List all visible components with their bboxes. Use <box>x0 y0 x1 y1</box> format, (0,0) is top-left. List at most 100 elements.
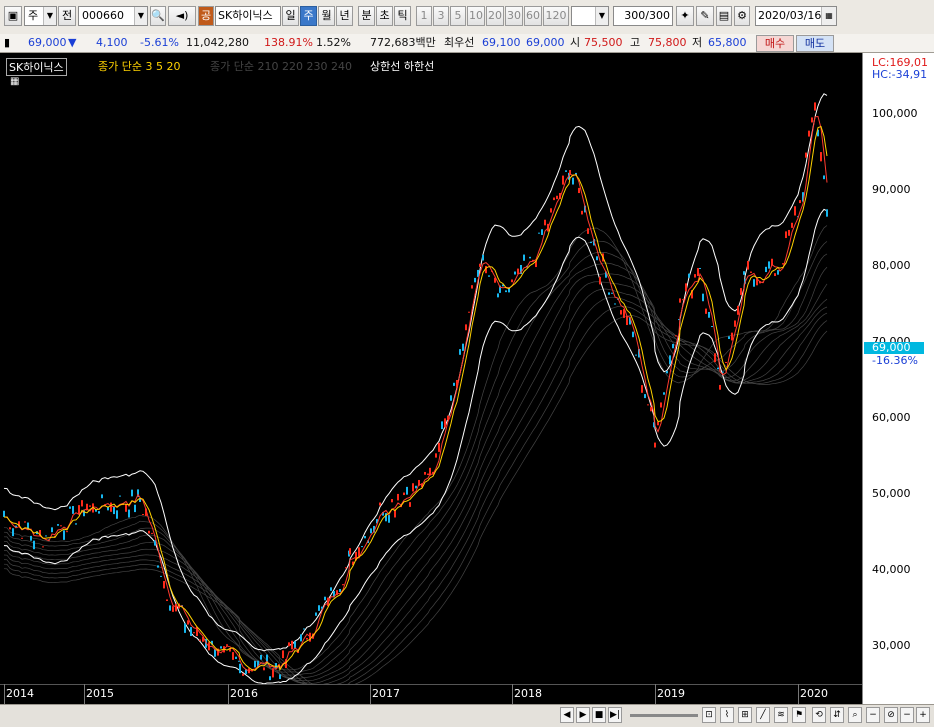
interval-10[interactable]: 10 <box>467 6 485 26</box>
period-week[interactable]: 주 <box>300 6 317 26</box>
bid-value: 69,000 <box>526 35 565 51</box>
candle <box>669 355 671 364</box>
reset-icon[interactable]: ⟲ <box>812 707 826 723</box>
chart-icon[interactable]: ▣ <box>4 6 22 26</box>
candle <box>587 228 589 234</box>
period-year[interactable]: 년 <box>336 6 353 26</box>
scroll-first-button[interactable]: ◀ <box>560 707 574 723</box>
info-icon[interactable]: ⊘ <box>884 707 898 723</box>
period-type-select[interactable]: 주▼ <box>24 6 57 26</box>
candle <box>725 362 727 363</box>
buy-button[interactable]: 매수 <box>756 35 794 52</box>
candle <box>538 233 540 234</box>
candle <box>788 230 790 236</box>
prev-label-button[interactable]: 전 <box>58 6 76 26</box>
interval-1[interactable]: 1 <box>416 6 432 26</box>
candle <box>697 268 699 276</box>
candle <box>444 418 446 427</box>
candle <box>288 642 290 646</box>
interval-20[interactable]: 20 <box>486 6 504 26</box>
high-label: 고 <box>630 35 640 51</box>
candle <box>60 525 62 526</box>
custom-interval[interactable]: ▼ <box>571 6 609 26</box>
candle <box>826 209 828 216</box>
legend-stock[interactable]: SK하이닉스 <box>6 58 67 76</box>
candle <box>753 279 755 287</box>
zoom-out-icon[interactable]: − <box>900 707 914 723</box>
period-minute[interactable]: 분 <box>358 6 375 26</box>
interval-30[interactable]: 30 <box>505 6 523 26</box>
scroll-next-button[interactable]: ▶| <box>608 707 622 723</box>
count-input[interactable]: 300/300 <box>613 6 673 26</box>
interval-3[interactable]: 3 <box>433 6 449 26</box>
menu-icon[interactable]: ▮ <box>4 35 14 51</box>
scroll-track[interactable] <box>630 714 698 717</box>
ma-long-line <box>4 252 827 675</box>
candle <box>279 674 281 679</box>
x-tick-divider <box>84 684 85 704</box>
grid-icon[interactable]: ▦ <box>10 76 19 87</box>
interval-120[interactable]: 120 <box>543 6 569 26</box>
gear-icon[interactable]: ⚙ <box>734 6 750 26</box>
sound-icon[interactable]: ◄) <box>168 6 196 26</box>
candle <box>303 628 305 629</box>
candle <box>427 474 429 475</box>
period-month[interactable]: 월 <box>318 6 335 26</box>
candle <box>391 499 393 502</box>
date-input[interactable]: 2020/03/16▦ <box>755 6 837 26</box>
candle <box>635 355 637 356</box>
line-icon[interactable]: ╱ <box>756 707 770 723</box>
candle <box>81 500 83 506</box>
area-icon[interactable]: ≋ <box>774 707 788 723</box>
x-tick-divider <box>798 684 799 704</box>
candle <box>175 604 177 612</box>
candle <box>72 506 74 514</box>
candle <box>663 392 665 394</box>
candle <box>608 292 610 294</box>
search-icon[interactable]: 🔍 <box>150 6 166 26</box>
save-icon[interactable]: ▤ <box>716 6 732 26</box>
candle <box>169 605 171 610</box>
chart-tools-icon[interactable]: ✦ <box>676 6 694 26</box>
candle <box>242 674 244 676</box>
amount-value: 772,683백만 <box>370 35 436 51</box>
candle <box>151 533 153 534</box>
gong-badge: 공 <box>198 6 214 26</box>
candle <box>330 587 332 591</box>
volume-value: 11,042,280 <box>186 35 249 51</box>
interval-60[interactable]: 60 <box>524 6 542 26</box>
interval-5[interactable]: 5 <box>450 6 466 26</box>
candle <box>187 620 189 624</box>
candle <box>517 269 519 274</box>
flip-icon[interactable]: ⇵ <box>830 707 844 723</box>
zoom-icon[interactable]: ⊡ <box>702 707 716 723</box>
stop-button[interactable]: ■ <box>592 707 606 723</box>
candle <box>69 507 71 509</box>
scroll-prev-button[interactable]: ▶ <box>576 707 590 723</box>
search-chart-icon[interactable]: ⌕ <box>848 707 862 723</box>
candle <box>717 368 719 370</box>
candle <box>134 505 136 512</box>
candle <box>30 536 32 541</box>
quote-bar: ▮ 69,000 ▼ 4,100 -5.61% 11,042,280 138.9… <box>0 34 934 53</box>
period-day[interactable]: 일 <box>282 6 299 26</box>
period-tick[interactable]: 틱 <box>394 6 411 26</box>
zoom-in-button[interactable]: + <box>916 707 930 723</box>
y-tick-label: 60,000 <box>872 411 911 424</box>
chart-area[interactable] <box>0 53 934 726</box>
x-tick-label: 2018 <box>514 687 542 700</box>
compare-icon[interactable]: ⊞ <box>738 707 752 723</box>
draw-icon[interactable]: ✎ <box>696 6 714 26</box>
x-end-label: 03/16 <box>870 687 902 700</box>
candle <box>785 231 787 238</box>
turnover-value: 1.52% <box>316 35 351 51</box>
candle <box>315 612 317 615</box>
zoom-out-button[interactable]: − <box>866 707 880 723</box>
sell-button[interactable]: 매도 <box>796 35 834 52</box>
candle <box>113 507 115 514</box>
period-second[interactable]: 초 <box>376 6 393 26</box>
ma-long-line <box>4 297 827 684</box>
chart-type-icon[interactable]: ⌇ <box>720 707 734 723</box>
stock-code-input[interactable]: 000660▼ <box>78 6 148 26</box>
tool-icon[interactable]: ⚑ <box>792 707 806 723</box>
